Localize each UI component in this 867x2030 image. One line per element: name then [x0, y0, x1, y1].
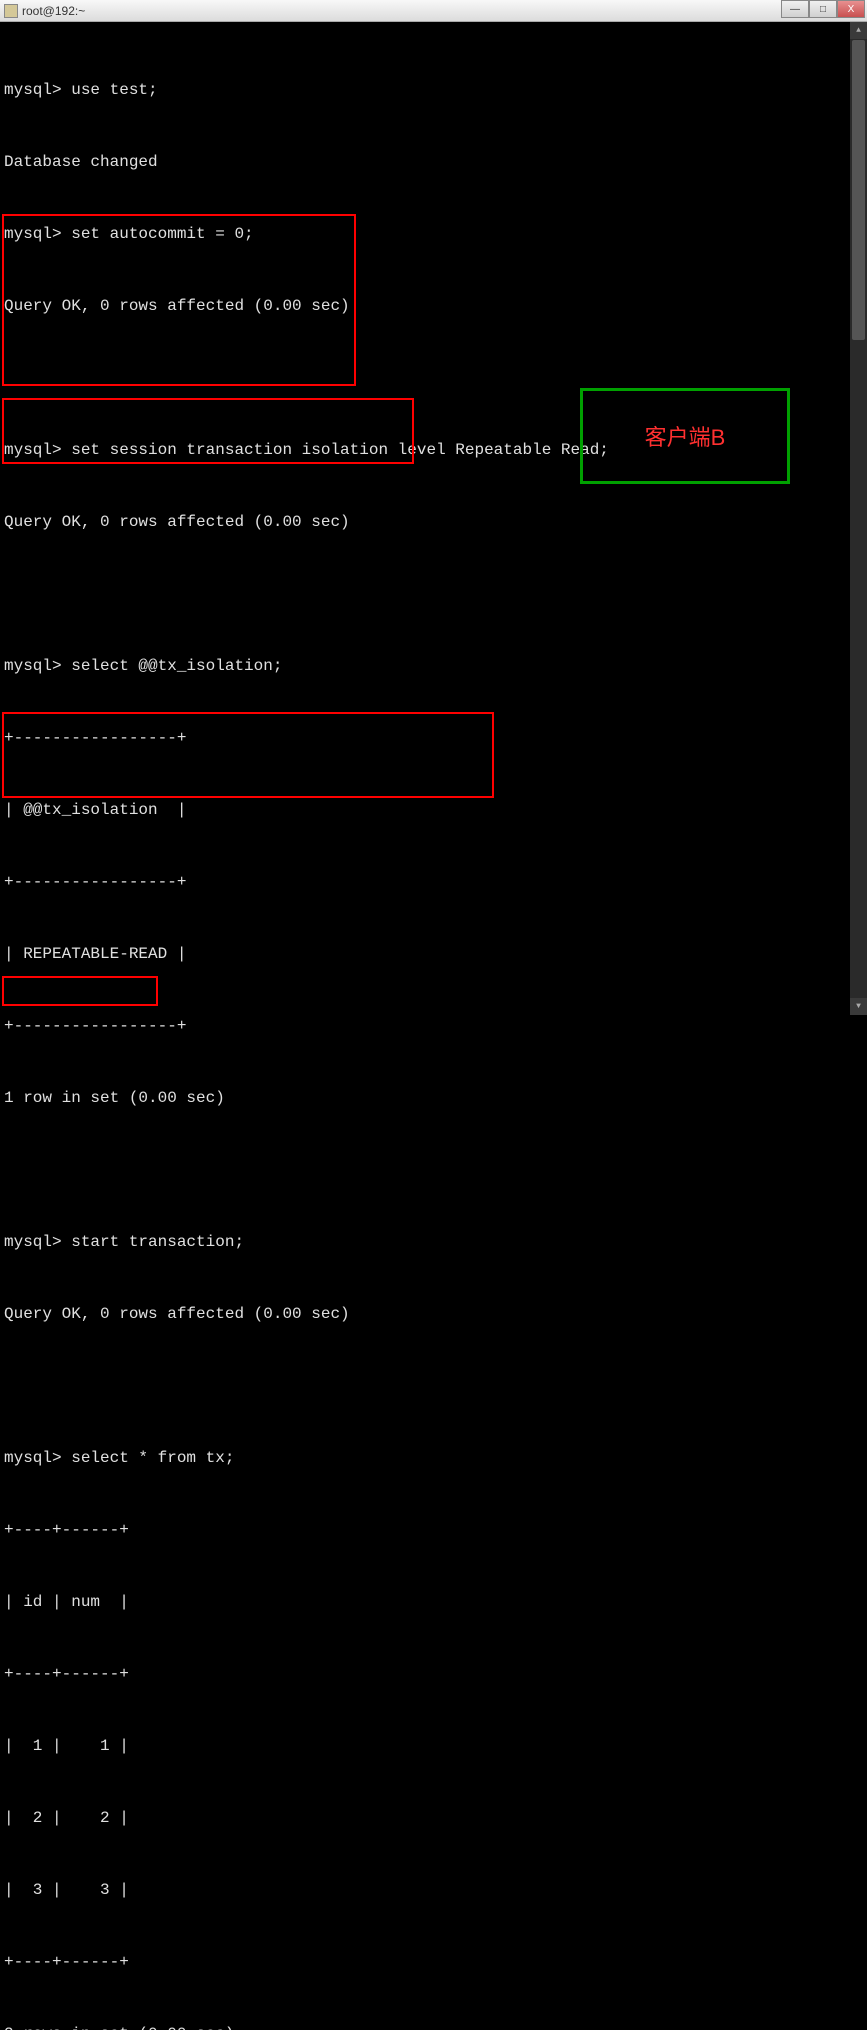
terminal-line: +-----------------+: [4, 1014, 863, 1038]
vertical-scrollbar[interactable]: ▲ ▼: [850, 22, 867, 1015]
window-controls: — □ X: [781, 0, 865, 18]
app-icon: [4, 4, 18, 18]
terminal-line: mysql> use test;: [4, 78, 863, 102]
terminal-line: | @@tx_isolation |: [4, 798, 863, 822]
terminal-line: | 1 | 1 |: [4, 1734, 863, 1758]
annotation-box-client-label: 客户端B: [580, 388, 790, 484]
terminal-line: | 3 | 3 |: [4, 1878, 863, 1902]
terminal-line: [4, 1158, 863, 1182]
scroll-down-arrow-icon[interactable]: ▼: [850, 998, 867, 1015]
window-title: root@192:~: [22, 4, 85, 18]
close-button[interactable]: X: [837, 0, 865, 18]
terminal-line: Database changed: [4, 150, 863, 174]
terminal-line: | REPEATABLE-READ |: [4, 942, 863, 966]
client-label: 客户端B: [645, 420, 726, 452]
terminal-line: Query OK, 0 rows affected (0.00 sec): [4, 294, 863, 318]
window-titlebar: root@192:~ — □ X: [0, 0, 867, 22]
terminal-line: [4, 1374, 863, 1398]
terminal-line: [4, 582, 863, 606]
terminal-line: +-----------------+: [4, 870, 863, 894]
minimize-button[interactable]: —: [781, 0, 809, 18]
terminal-line: +----+------+: [4, 1518, 863, 1542]
terminal-line: 3 rows in set (0.00 sec): [4, 2022, 863, 2030]
terminal-line: | id | num |: [4, 1590, 863, 1614]
terminal-line: +----+------+: [4, 1950, 863, 1974]
terminal-output[interactable]: mysql> use test; Database changed mysql>…: [0, 22, 867, 2030]
terminal-line: mysql> select @@tx_isolation;: [4, 654, 863, 678]
terminal-line: Query OK, 0 rows affected (0.00 sec): [4, 510, 863, 534]
terminal-line: | 2 | 2 |: [4, 1806, 863, 1830]
terminal-line: +----+------+: [4, 1662, 863, 1686]
terminal-line: Query OK, 0 rows affected (0.00 sec): [4, 1302, 863, 1326]
terminal-line: mysql> set autocommit = 0;: [4, 222, 863, 246]
terminal-line: 1 row in set (0.00 sec): [4, 1086, 863, 1110]
scroll-thumb[interactable]: [852, 40, 865, 340]
terminal-line: +-----------------+: [4, 726, 863, 750]
maximize-button[interactable]: □: [809, 0, 837, 18]
terminal-line: mysql> start transaction;: [4, 1230, 863, 1254]
terminal-line: mysql> select * from tx;: [4, 1446, 863, 1470]
scroll-up-arrow-icon[interactable]: ▲: [850, 22, 867, 39]
terminal-line: [4, 366, 863, 390]
